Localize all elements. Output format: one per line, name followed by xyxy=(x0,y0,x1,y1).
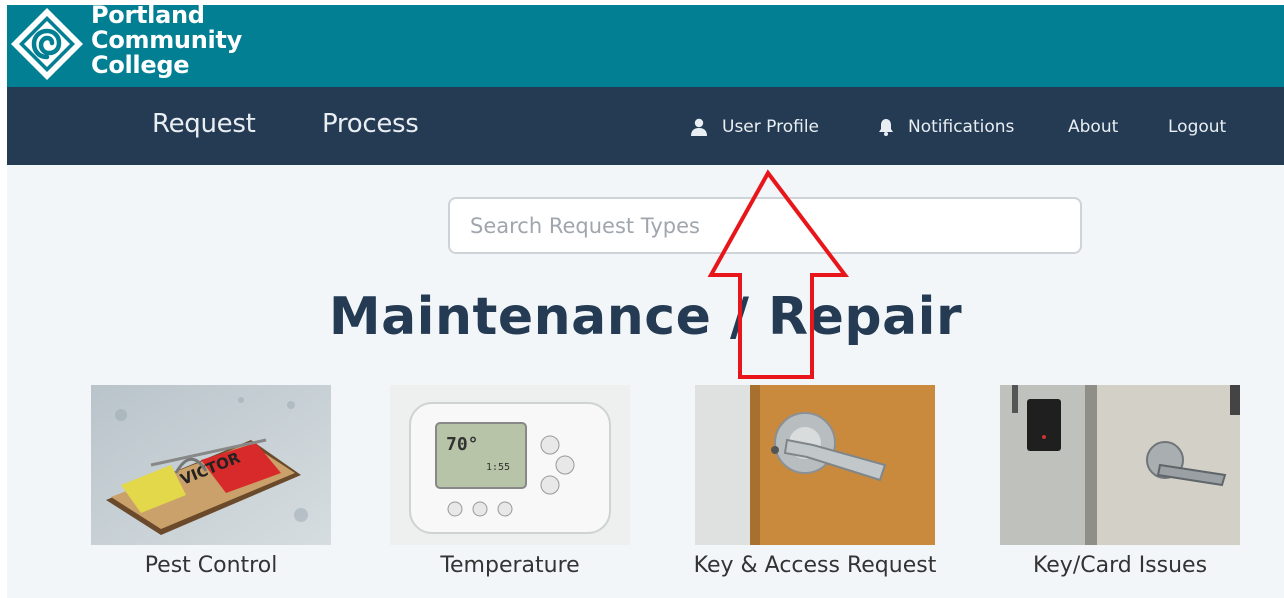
user-icon xyxy=(691,118,707,136)
svg-text:1:55: 1:55 xyxy=(486,462,510,473)
nav-user-profile-label: User Profile xyxy=(722,117,820,137)
nav-logout-link[interactable]: Logout xyxy=(1168,117,1226,137)
section-title: Maintenance / Repair xyxy=(328,287,963,347)
logo-wordmark: Portland Community College xyxy=(91,5,242,78)
nav-notifications-link[interactable]: Notifications xyxy=(878,117,1014,137)
logo-line-1: Portland xyxy=(91,5,205,29)
nav-process-link[interactable]: Process xyxy=(322,109,419,139)
card-pest-control[interactable]: VICTOR Pest Control xyxy=(91,385,331,578)
nav-notifications-label: Notifications xyxy=(908,117,1015,137)
card-temperature[interactable]: 70° 1:55 Temperature xyxy=(390,385,630,578)
door-lever-image xyxy=(695,385,935,545)
logo-line-2: Community xyxy=(91,26,242,54)
card-label: Temperature xyxy=(440,553,580,578)
card-key-card-issues[interactable]: Key/Card Issues xyxy=(1000,385,1240,578)
mousetrap-image: VICTOR xyxy=(91,385,331,545)
card-label: Pest Control xyxy=(144,553,278,578)
card-label: Key & Access Request xyxy=(693,553,937,578)
brand-bar: Portland Community College xyxy=(7,5,1284,87)
card-key-access-request[interactable]: Key & Access Request xyxy=(694,385,936,578)
main-navbar: Request Process User Profile Notificatio… xyxy=(7,87,1284,165)
logo-spiral-icon xyxy=(11,8,83,80)
app-frame: Portland Community College Request Proce… xyxy=(7,5,1284,598)
nav-about-link[interactable]: About xyxy=(1068,117,1118,137)
nav-user-profile-link[interactable]: User Profile xyxy=(690,117,819,137)
bell-icon xyxy=(879,119,893,136)
search-request-types-input[interactable] xyxy=(448,197,1082,254)
thermostat-image: 70° 1:55 xyxy=(390,385,630,545)
card-reader-image xyxy=(1000,385,1240,545)
card-label: Key/Card Issues xyxy=(1032,553,1208,578)
nav-request-link[interactable]: Request xyxy=(152,109,256,139)
logo-line-3: College xyxy=(91,51,190,79)
svg-text:70°: 70° xyxy=(446,434,479,455)
